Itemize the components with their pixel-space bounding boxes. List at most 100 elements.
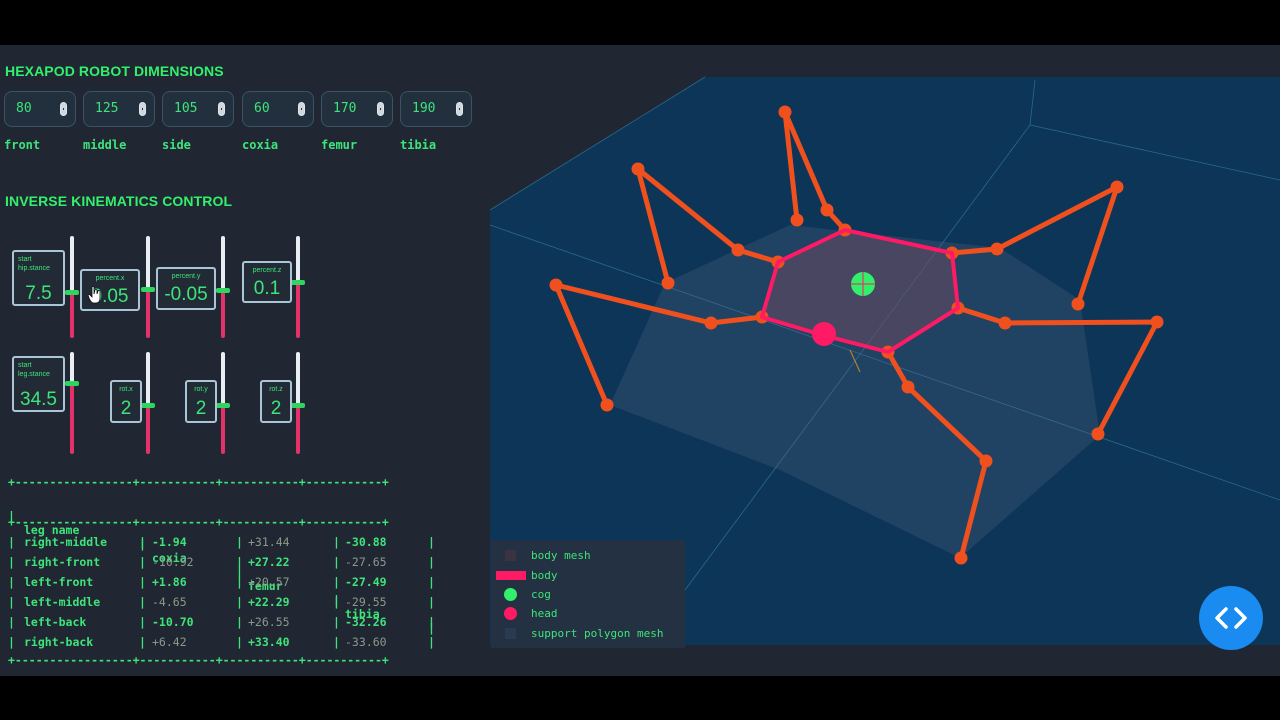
leg-joint — [600, 398, 614, 412]
cell-leg-name: right-back — [24, 635, 94, 649]
femur-input[interactable]: 170 — [321, 91, 393, 127]
rot-y-label: rot.y — [194, 386, 208, 393]
middle-label: middle — [83, 138, 127, 152]
cell-coxia: +6.42 — [152, 635, 187, 649]
hexapod-app: HEXAPOD ROBOT DIMENSIONS 80 125 105 60 1… — [0, 45, 1280, 676]
bottom-letterbox — [0, 676, 1280, 720]
slider-track — [296, 236, 300, 282]
hip-stance-label: start hip.stance — [18, 256, 50, 272]
head-marker — [812, 322, 836, 346]
spinner-icon[interactable] — [456, 102, 463, 116]
front-value: 80 — [16, 101, 32, 116]
table-pipe: | — [236, 575, 243, 589]
spinner-icon[interactable] — [218, 102, 225, 116]
coxia-input[interactable]: 60 — [242, 91, 314, 127]
cell-tibia: -27.49 — [345, 575, 387, 589]
legend-body-mesh: body mesh — [491, 546, 685, 564]
legend-label: body mesh — [531, 549, 591, 562]
leg-joint — [901, 380, 915, 394]
slider-thumb[interactable] — [65, 290, 79, 295]
middle-input[interactable]: 125 — [83, 91, 155, 127]
slider-track — [70, 236, 74, 292]
cell-coxia: -1.94 — [152, 535, 187, 549]
table-pipe: | — [428, 555, 435, 569]
table-pipe: | — [428, 535, 435, 549]
table-pipe: | — [139, 615, 146, 629]
slider-fill — [296, 405, 300, 454]
control-panel: HEXAPOD ROBOT DIMENSIONS 80 125 105 60 1… — [0, 45, 490, 676]
table-pipe: | — [333, 595, 340, 609]
table-pipe: | — [139, 535, 146, 549]
rot-x-label: rot.x — [119, 386, 133, 393]
cell-femur: +20.57 — [248, 575, 290, 589]
spinner-icon[interactable] — [60, 102, 67, 116]
cell-leg-name: left-middle — [24, 595, 101, 609]
table-pipe: | — [236, 595, 243, 609]
percent-y-value: -0.05 — [164, 284, 208, 305]
tibia-input[interactable]: 190 — [400, 91, 472, 127]
slider-thumb[interactable] — [141, 403, 155, 408]
slider-fill — [146, 289, 150, 338]
slider-thumb[interactable] — [65, 381, 79, 386]
coxia-value: 60 — [254, 101, 270, 116]
scene-legend: body mesh body cog head support polygon … — [491, 540, 685, 648]
legend-label: cog — [531, 588, 551, 601]
leg-joint — [661, 276, 675, 290]
legend-cog: cog — [491, 585, 685, 603]
leg-joint — [1150, 315, 1164, 329]
table-pipe: | — [333, 615, 340, 629]
slider-fill — [146, 405, 150, 454]
ik-title: INVERSE KINEMATICS CONTROL — [5, 193, 233, 209]
table-pipe: | — [333, 535, 340, 549]
slider-thumb[interactable] — [216, 288, 230, 293]
support-mesh-swatch — [505, 628, 516, 639]
rot-x-box[interactable]: rot.x 2 — [110, 380, 142, 423]
legend-head: head — [491, 604, 685, 622]
cell-femur: +27.22 — [248, 555, 290, 569]
view-code-button[interactable] — [1199, 586, 1263, 650]
percent-y-box[interactable]: percent.y -0.05 — [156, 267, 216, 310]
leg-stance-box[interactable]: start leg.stance 34.5 — [12, 356, 65, 412]
cell-femur: +33.40 — [248, 635, 290, 649]
table-pipe: | — [333, 635, 340, 649]
slider-thumb[interactable] — [141, 287, 155, 292]
slider-track — [146, 352, 150, 405]
rot-z-label: rot.z — [269, 386, 283, 393]
hip-stance-box[interactable]: start hip.stance 7.5 — [12, 250, 65, 306]
table-pipe: | — [333, 575, 340, 589]
cell-coxia: -10.92 — [152, 555, 194, 569]
leg-joint — [549, 278, 563, 292]
legend-label: body — [531, 569, 558, 582]
spinner-icon[interactable] — [377, 102, 384, 116]
leg-joint — [990, 242, 1004, 256]
cell-tibia: -32.26 — [345, 615, 387, 629]
cell-coxia: +1.86 — [152, 575, 187, 589]
table-pipe: | — [428, 595, 435, 609]
table-pipe: | — [8, 635, 15, 649]
side-input[interactable]: 105 — [162, 91, 234, 127]
femur-label: femur — [321, 138, 358, 152]
slider-thumb[interactable] — [216, 403, 230, 408]
cell-leg-name: right-front — [24, 555, 101, 569]
tibia-value: 190 — [412, 101, 436, 116]
percent-z-label: percent.z — [252, 267, 282, 274]
table-pipe: | — [333, 555, 340, 569]
slider-track — [70, 352, 74, 383]
spinner-icon[interactable] — [139, 102, 146, 116]
percent-x-label: percent.x — [95, 275, 125, 282]
side-value: 105 — [174, 101, 198, 116]
slider-track — [221, 352, 225, 405]
table-pipe: | — [236, 555, 243, 569]
table-pipe: | — [8, 555, 15, 569]
table-pipe: | — [8, 615, 15, 629]
rot-y-box[interactable]: rot.y 2 — [185, 380, 217, 423]
slider-thumb[interactable] — [291, 403, 305, 408]
spinner-icon[interactable] — [298, 102, 305, 116]
front-input[interactable]: 80 — [4, 91, 76, 127]
cell-leg-name: left-back — [24, 615, 87, 629]
rot-z-box[interactable]: rot.z 2 — [260, 380, 292, 423]
slider-thumb[interactable] — [291, 280, 305, 285]
percent-z-box[interactable]: percent.z 0.1 — [242, 261, 292, 303]
slider-fill — [70, 292, 74, 338]
middle-value: 125 — [95, 101, 119, 116]
